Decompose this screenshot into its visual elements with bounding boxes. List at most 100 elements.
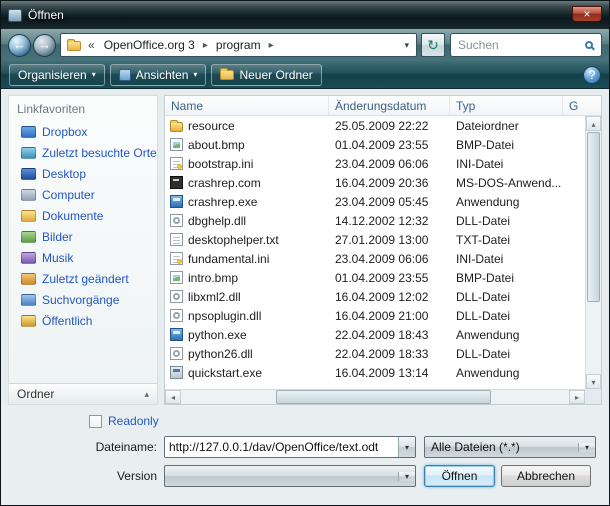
sidebar-item-label: Musik (42, 251, 73, 265)
back-arrow-icon: ← (13, 37, 26, 52)
file-name: crashrep.exe (188, 195, 257, 209)
file-row[interactable]: intro.bmp01.04.2009 23:55BMP-Datei (165, 268, 585, 287)
filetype-combobox[interactable]: Alle Dateien (*.*) ▾ (424, 436, 596, 458)
column-header-date[interactable]: Änderungsdatum (329, 96, 450, 115)
breadcrumb-item-openoffice[interactable]: OpenOffice.org 3 (99, 38, 200, 52)
readonly-label[interactable]: Readonly (108, 414, 159, 428)
recent-icon (21, 147, 36, 159)
close-button[interactable]: × (572, 6, 602, 22)
version-dropdown-button[interactable]: ▾ (398, 472, 415, 481)
folders-expander[interactable]: Ordner ▴ (9, 383, 157, 404)
file-row[interactable]: desktophelper.txt27.01.2009 13:00TXT-Dat… (165, 230, 585, 249)
file-date: 16.04.2009 20:36 (329, 176, 450, 190)
file-list: resource25.05.2009 22:22Dateiordnerabout… (165, 116, 585, 389)
file-row[interactable]: bootstrap.ini23.04.2009 06:06INI-Datei (165, 154, 585, 173)
bmp-file-icon (170, 138, 183, 151)
file-name: crashrep.com (188, 176, 261, 190)
file-date: 01.04.2009 23:55 (329, 271, 450, 285)
file-date: 22.04.2009 18:33 (329, 347, 450, 361)
file-date: 27.01.2009 13:00 (329, 233, 450, 247)
chevron-down-icon: ▾ (193, 70, 197, 79)
filename-dropdown-button[interactable]: ▾ (398, 437, 415, 457)
file-row[interactable]: npsoplugin.dll16.04.2009 21:00DLL-Datei (165, 306, 585, 325)
chevron-right-icon[interactable]: ▸ (266, 40, 277, 51)
file-row[interactable]: python26.dll22.04.2009 18:33DLL-Datei (165, 344, 585, 363)
sidebar-item-label: Suchvorgänge (42, 293, 119, 307)
file-row[interactable]: quickstart.exe16.04.2009 13:14Anwendung (165, 363, 585, 382)
breadcrumb-item-program[interactable]: program (211, 38, 266, 52)
breadcrumb[interactable]: « OpenOffice.org 3 ▸ program ▸ ▾ (60, 33, 417, 57)
views-icon (119, 69, 131, 81)
scroll-down-icon[interactable]: ▾ (586, 374, 601, 389)
search-input[interactable] (456, 37, 585, 53)
help-icon: ? (589, 68, 596, 82)
file-row[interactable]: crashrep.com16.04.2009 20:36MS-DOS-Anwen… (165, 173, 585, 192)
scroll-up-icon[interactable]: ▴ (586, 116, 601, 131)
file-row[interactable]: crashrep.exe23.04.2009 05:45Anwendung (165, 192, 585, 211)
filename-combobox[interactable]: ▾ (164, 436, 416, 458)
back-button[interactable]: ← (8, 34, 31, 57)
chevron-right-icon[interactable]: ▸ (200, 40, 211, 51)
column-header-size[interactable]: G (563, 96, 601, 115)
sidebar-item-documents[interactable]: Dokumente (9, 205, 157, 226)
file-row[interactable]: python.exe22.04.2009 18:43Anwendung (165, 325, 585, 344)
filename-input[interactable] (165, 437, 398, 457)
file-date: 01.04.2009 23:55 (329, 138, 450, 152)
file-name: fundamental.ini (188, 252, 269, 266)
scroll-left-icon[interactable]: ◂ (165, 390, 181, 404)
readonly-row: Readonly (8, 413, 602, 429)
column-header-type[interactable]: Typ (450, 96, 563, 115)
vertical-scrollbar[interactable]: ▴ ▾ (585, 116, 601, 389)
dll-file-icon (170, 347, 183, 360)
forward-button[interactable]: → (33, 34, 56, 57)
file-row[interactable]: fundamental.ini23.04.2009 06:06INI-Datei (165, 249, 585, 268)
readonly-checkbox[interactable] (89, 415, 102, 428)
horizontal-scrollbar-thumb[interactable] (276, 390, 491, 404)
column-header-name[interactable]: Name (165, 96, 329, 115)
dialog-footer: Readonly Dateiname: ▾ Alle Dateien (*.*)… (1, 405, 609, 487)
version-combobox[interactable]: ▾ (164, 465, 416, 487)
file-type: Dateiordner (450, 119, 563, 133)
horizontal-scrollbar[interactable]: ◂ ▸ (165, 389, 585, 404)
scroll-right-icon[interactable]: ▸ (569, 390, 585, 404)
search-box[interactable] (450, 33, 602, 57)
vertical-scrollbar-thumb[interactable] (587, 132, 600, 302)
file-name: python26.dll (188, 347, 253, 361)
address-dropdown-icon[interactable]: ▾ (401, 40, 412, 51)
file-row[interactable]: libxml2.dll16.04.2009 12:02DLL-Datei (165, 287, 585, 306)
version-row: Version ▾ Öffnen Abbrechen (8, 465, 602, 487)
file-row[interactable]: resource25.05.2009 22:22Dateiordner (165, 116, 585, 135)
sidebar-item-searches[interactable]: Suchvorgänge (9, 289, 157, 310)
public-icon (21, 315, 36, 327)
file-row[interactable]: about.bmp01.04.2009 23:55BMP-Datei (165, 135, 585, 154)
sidebar-item-changed[interactable]: Zuletzt geändert (9, 268, 157, 289)
sidebar-item-label: Computer (42, 188, 95, 202)
changed-icon (21, 273, 36, 285)
sidebar-item-public[interactable]: Öffentlich (9, 310, 157, 331)
open-button[interactable]: Öffnen (424, 465, 495, 487)
new-folder-label: Neuer Ordner (239, 68, 312, 82)
music-icon (21, 252, 36, 264)
new-folder-button[interactable]: Neuer Ordner (211, 64, 321, 86)
views-button[interactable]: Ansichten ▾ (110, 64, 207, 86)
sidebar-item-label: Dokumente (42, 209, 103, 223)
open-dialog: Öffnen × ← → « OpenOffice.org 3 ▸ progra… (0, 0, 610, 506)
sidebar-item-computer[interactable]: Computer (9, 184, 157, 205)
sidebar-item-recent[interactable]: Zuletzt besuchte Orte (9, 142, 157, 163)
sidebar-item-desktop[interactable]: Desktop (9, 163, 157, 184)
file-row[interactable]: dbghelp.dll14.12.2002 12:32DLL-Datei (165, 211, 585, 230)
refresh-button[interactable]: ↻ (421, 33, 445, 57)
sidebar-item-music[interactable]: Musik (9, 247, 157, 268)
organize-button[interactable]: Organisieren ▾ (9, 64, 105, 86)
breadcrumb-overflow-icon[interactable]: « (88, 38, 95, 52)
organize-label: Organisieren (18, 68, 87, 82)
sidebar-item-pictures[interactable]: Bilder (9, 226, 157, 247)
help-button[interactable]: ? (583, 66, 601, 84)
sidebar-item-dropbox[interactable]: Dropbox (9, 121, 157, 142)
scrollbar-corner (585, 389, 601, 404)
cancel-button[interactable]: Abbrechen (501, 465, 591, 487)
desktop-icon (21, 168, 36, 180)
filetype-dropdown-button[interactable]: ▾ (578, 443, 595, 452)
file-date: 22.04.2009 18:43 (329, 328, 450, 342)
chevron-up-icon: ▴ (144, 389, 149, 400)
